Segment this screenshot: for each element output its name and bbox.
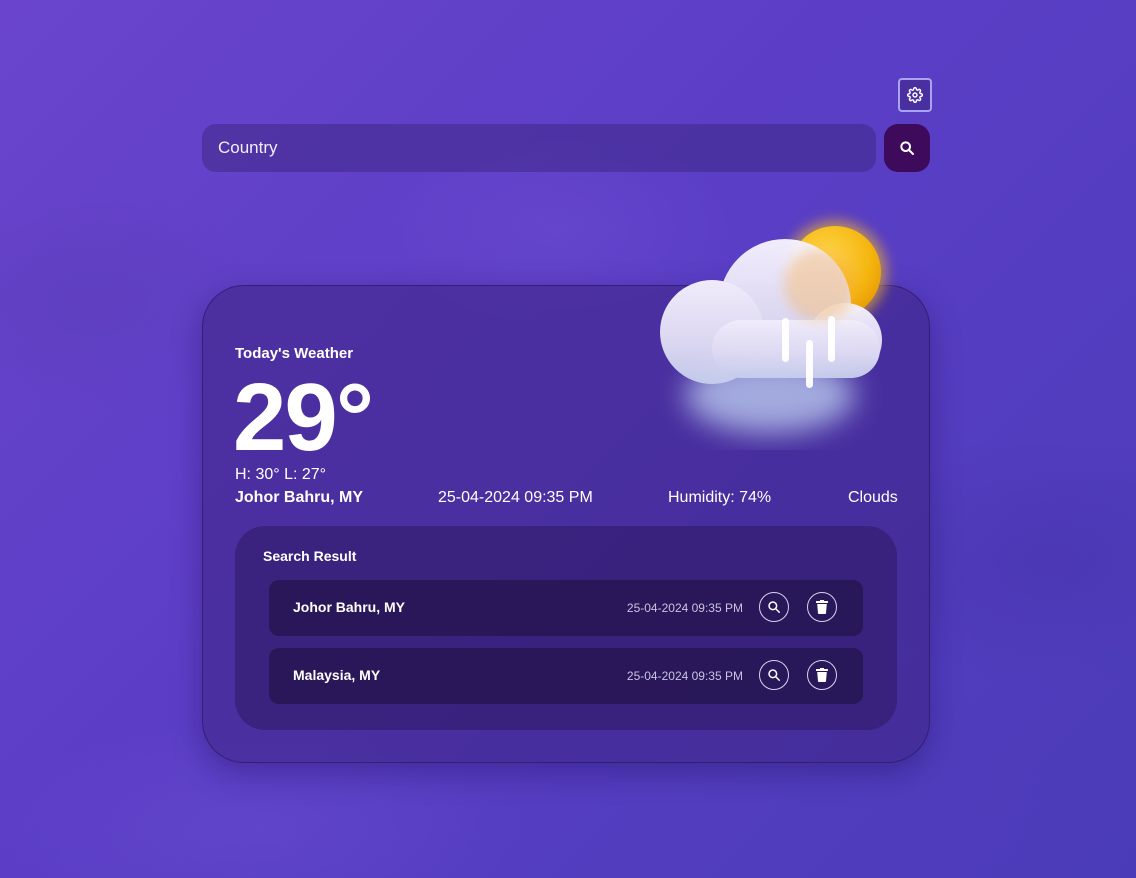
result-timestamp: 25-04-2024 09:35 PM [626, 601, 743, 615]
search-button[interactable] [884, 124, 930, 172]
result-search-button[interactable] [759, 592, 789, 622]
condition-label: Clouds [848, 489, 898, 506]
search-icon [900, 141, 914, 155]
high-low-temperature: H: 30° L: 27° [235, 466, 327, 483]
temperature-value: 29° [233, 364, 374, 471]
result-timestamp: 25-04-2024 09:35 PM [626, 669, 743, 683]
today-weather-label: Today's Weather [235, 345, 354, 362]
search-result-row: Johor Bahru, MY 25-04-2024 09:35 PM [269, 580, 863, 636]
humidity-label: Humidity: 74% [668, 489, 772, 506]
settings-button[interactable] [898, 78, 932, 112]
result-search-button[interactable] [759, 660, 789, 690]
search-result-row: Malaysia, MY 25-04-2024 09:35 PM [269, 648, 863, 704]
result-delete-button[interactable] [807, 592, 837, 622]
trash-icon [816, 600, 828, 614]
search-icon [768, 669, 781, 682]
country-search-input[interactable] [202, 124, 876, 172]
result-location: Johor Bahru, MY [293, 599, 406, 615]
search-icon [768, 601, 781, 614]
result-delete-button[interactable] [807, 660, 837, 690]
location-label: Johor Bahru, MY [235, 489, 364, 506]
trash-icon [816, 668, 828, 682]
cloud-sun-rain-icon [660, 220, 887, 433]
datetime-label: 25-04-2024 09:35 PM [438, 489, 593, 506]
gear-icon [907, 87, 923, 103]
result-location: Malaysia, MY [293, 667, 381, 683]
search-result-title: Search Result [263, 548, 357, 564]
